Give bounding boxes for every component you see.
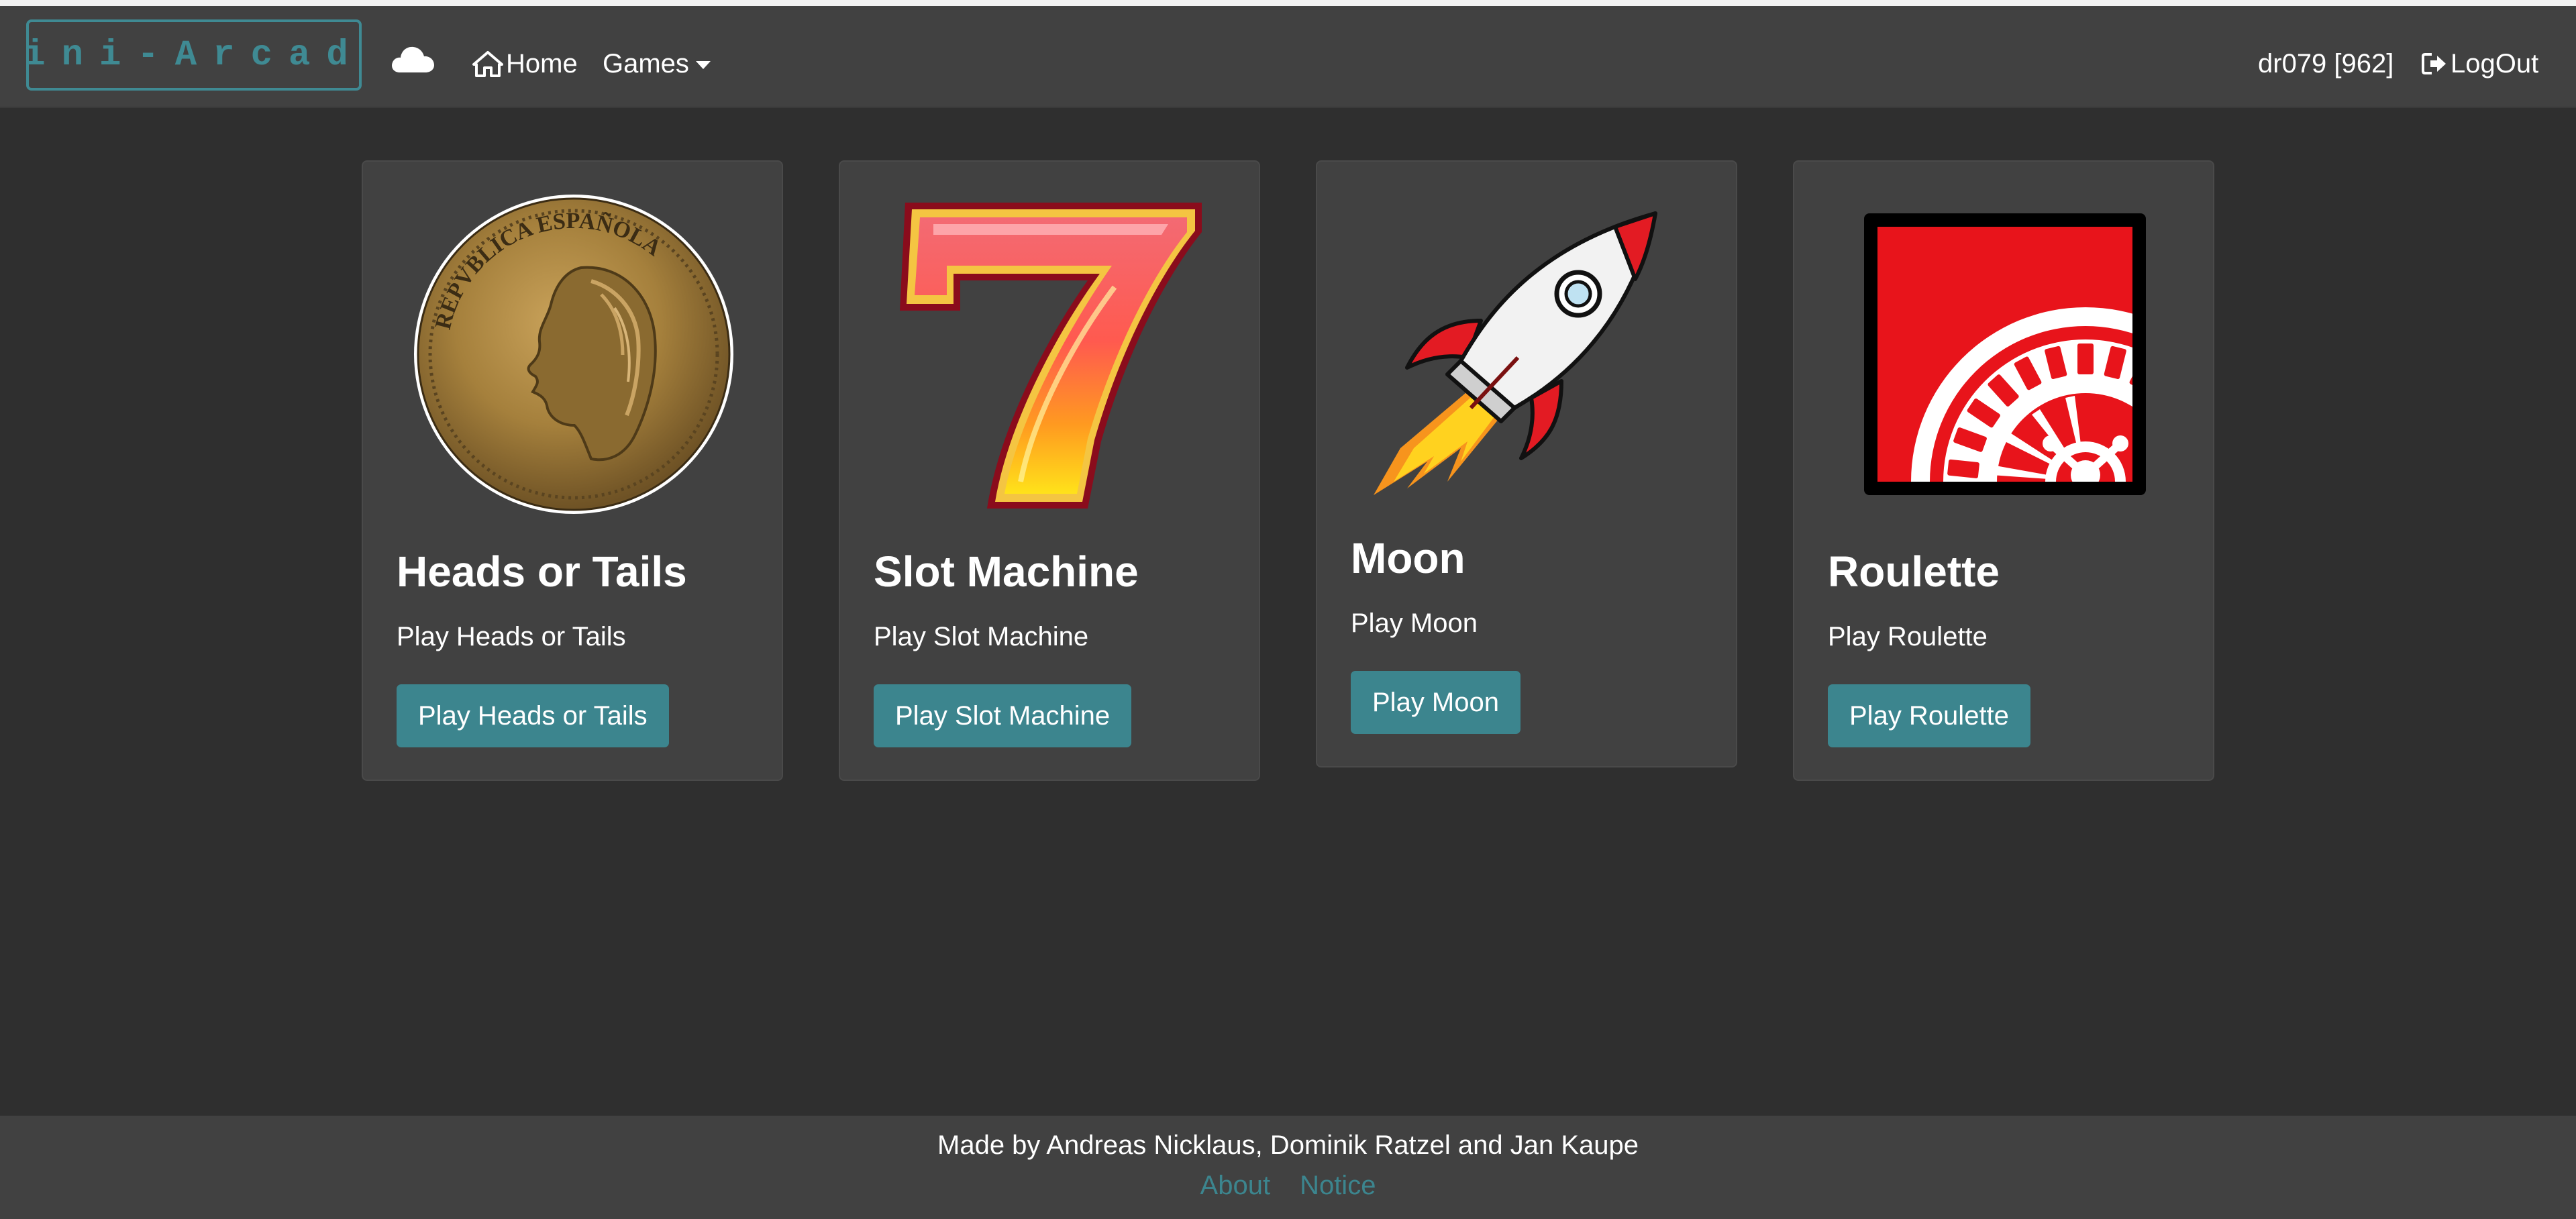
user-balance: dr079 [962] [2258,37,2393,91]
card-description: Play Roulette [1828,622,1988,651]
navbar: Mini-Arcade Home Games dr079 [962] LogOu… [0,6,2576,108]
card-description: Play Moon [1351,608,1478,638]
card-title: Roulette [1828,547,2000,596]
user-balance-label: dr079 [962] [2258,48,2394,78]
play-heads-or-tails-button[interactable]: Play Heads or Tails [397,684,669,747]
roulette-wheel-image [1828,210,2182,498]
sign-out-icon [2421,52,2448,76]
card-description: Play Slot Machine [874,622,1089,651]
footer: Made by Andreas Nicklaus, Dominik Ratzel… [0,1116,2576,1219]
lucky-seven-image [874,203,1228,509]
play-roulette-button[interactable]: Play Roulette [1828,684,2030,747]
play-slot-machine-button[interactable]: Play Slot Machine [874,684,1132,747]
window-top-border [0,0,2576,6]
game-card-moon: Moon Play Moon Play Moon [1316,160,1737,767]
card-title: Heads or Tails [397,547,687,596]
chevron-down-icon [695,61,711,69]
footer-credit: Made by Andreas Nicklaus, Dominik Ratzel… [937,1130,1639,1160]
footer-link-notice[interactable]: Notice [1300,1171,1376,1201]
footer-link-about[interactable]: About [1200,1171,1271,1201]
nav-home-label: Home [506,48,578,78]
nav-home-link[interactable]: Home [472,37,578,91]
coin-image: REPVBLICA ESPAÑOLA [397,195,751,514]
rocket-image [1351,210,1705,498]
card-title: Moon [1351,534,1465,582]
cloud-icon[interactable] [391,43,435,74]
brand-logo[interactable]: Mini-Arcade [26,19,362,91]
game-card-roulette: Roulette Play Roulette Play Roulette [1793,160,2214,781]
card-description: Play Heads or Tails [397,622,626,651]
home-icon [472,50,503,77]
game-card-slot-machine: Slot Machine Play Slot Machine Play Slot… [839,160,1260,781]
nav-games-label: Games [603,48,689,78]
footer-links: About Notice [0,1171,2576,1201]
game-card-heads-or-tails: REPVBLICA ESPAÑOLA Heads or Tails Play H… [362,160,783,781]
card-title: Slot Machine [874,547,1139,596]
logout-label: LogOut [2451,48,2539,78]
nav-games-dropdown[interactable]: Games [603,37,711,91]
logout-link[interactable]: LogOut [2421,37,2538,91]
play-moon-button[interactable]: Play Moon [1351,671,1521,734]
